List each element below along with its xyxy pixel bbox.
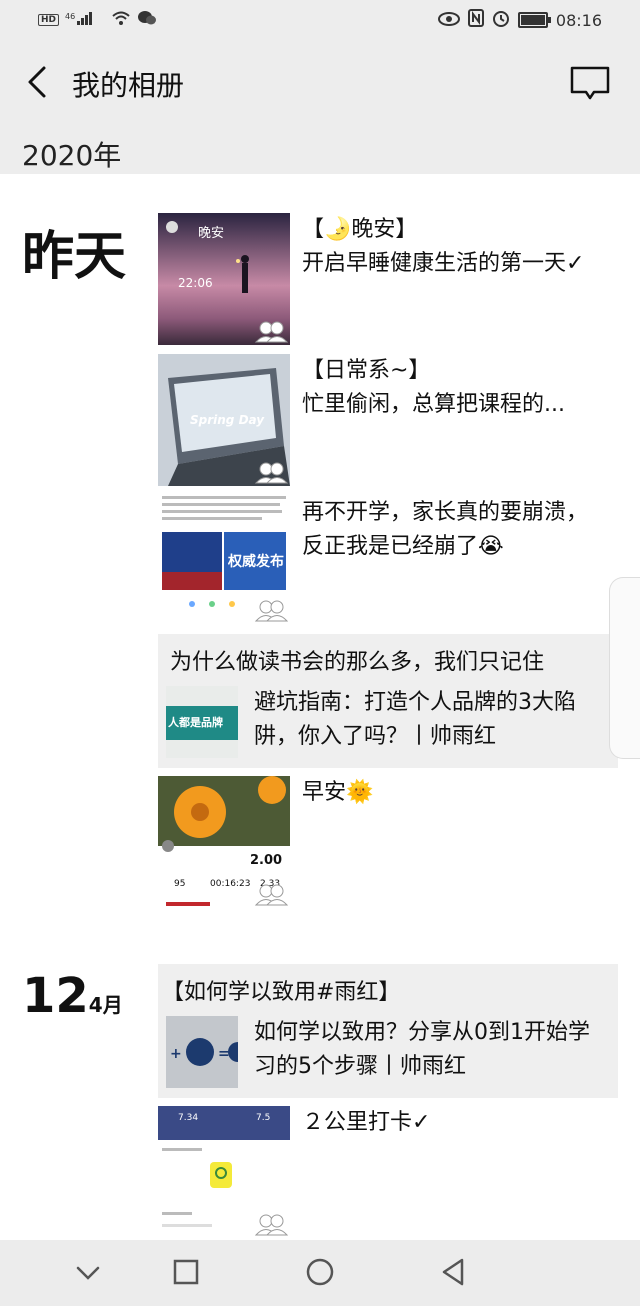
day-number: 12 xyxy=(22,968,89,1024)
post-item[interactable]: Spring Day 【日常系~】 忙里偷闲，总算把课程的... xyxy=(158,354,618,486)
network-type-label: 46 xyxy=(65,12,75,21)
nfc-icon xyxy=(467,9,484,31)
wifi-icon xyxy=(111,10,131,29)
nav-bar: 我的相册 xyxy=(0,40,640,126)
year-header: 2020年 xyxy=(0,126,640,174)
thumb-text: 晚安 xyxy=(198,226,224,241)
svg-text:22:06: 22:06 xyxy=(178,276,213,290)
alarm-icon xyxy=(492,9,510,31)
post-thumbnail[interactable]: 晚安 22:06 xyxy=(158,213,290,345)
shared-article[interactable]: 为什么做读书会的那么多，我们只记住 人都是品牌 避坑指南：打造个人品牌的3大陷阱… xyxy=(158,634,618,768)
back-nav-button[interactable] xyxy=(436,1258,472,1288)
multi-photo-icon xyxy=(254,462,288,484)
messages-button[interactable] xyxy=(568,64,612,104)
wechat-icon xyxy=(137,10,157,29)
signal-icon: 46 xyxy=(65,11,105,28)
thumb-stat: 2.00 xyxy=(250,853,282,868)
hd-icon: HD xyxy=(38,13,60,26)
day-label-yesterday: 昨天 xyxy=(22,227,127,287)
shared-article[interactable]: 【如何学以致用#雨红】 + = 如何学以致用？分享从0到1开始学习的5个步骤丨帅… xyxy=(158,964,618,1098)
post-item[interactable]: 7.34 7.5 ２公里打卡✓ xyxy=(158,1106,618,1238)
shared-article-title: 【如何学以致用#雨红】 xyxy=(162,980,401,1005)
triangle-back-icon xyxy=(442,1258,464,1286)
eye-icon xyxy=(437,11,460,30)
square-icon xyxy=(173,1259,199,1285)
shared-article-title: 为什么做读书会的那么多，我们只记住 xyxy=(170,650,545,675)
post-caption: ２公里打卡✓ xyxy=(302,1110,431,1135)
status-right: 08:16 xyxy=(437,9,602,31)
back-button[interactable] xyxy=(22,62,56,102)
hide-nav-button[interactable] xyxy=(70,1258,106,1288)
post-thumbnail[interactable]: 权威发布 xyxy=(158,492,290,624)
status-time: 08:16 xyxy=(555,10,602,30)
shared-article-thumbnail: 人都是品牌 xyxy=(166,686,238,758)
thumb-stat: 7.5 xyxy=(256,1113,270,1123)
post-thumbnail[interactable]: 7.34 7.5 xyxy=(158,1106,290,1238)
post-item[interactable]: 权威发布 再不开学，家长真的要崩溃， 反正我是已经崩了😭 xyxy=(158,492,618,624)
multi-photo-icon xyxy=(254,321,288,343)
thumb-stat: 7.34 xyxy=(178,1113,198,1123)
thumb-stat: 00:16:23 xyxy=(210,879,250,889)
status-left: HD 46 xyxy=(38,10,157,29)
post-item[interactable]: 晚安 22:06 【🌛晚安】 开启早睡健康生活的第一天✓ xyxy=(158,213,618,345)
shared-article-description: 避坑指南：打造个人品牌的3大陷阱，你入了吗？丨帅雨红 xyxy=(254,690,576,749)
svg-text:+: + xyxy=(170,1046,182,1062)
thumb-text: 人都是品牌 xyxy=(168,715,223,729)
circle-icon xyxy=(306,1258,334,1286)
article-thumbnail-image: 人都是品牌 xyxy=(166,686,238,758)
multi-photo-icon xyxy=(254,1214,288,1236)
post-thumbnail[interactable]: Spring Day xyxy=(158,354,290,486)
chevron-left-icon xyxy=(28,66,46,98)
multi-photo-icon xyxy=(254,884,288,906)
post-caption: 【🌛晚安】 开启早睡健康生活的第一天✓ xyxy=(302,217,585,276)
side-panel-handle[interactable] xyxy=(609,577,640,759)
post-thumbnail[interactable]: 2.00 95 00:16:23 2.33 xyxy=(158,776,290,908)
day-label-date: 124月 xyxy=(22,968,123,1024)
post-item[interactable]: 2.00 95 00:16:23 2.33 早安🌞 xyxy=(158,776,618,908)
recents-button[interactable] xyxy=(168,1258,204,1288)
system-nav-bar xyxy=(0,1240,640,1306)
thumb-text: Spring Day xyxy=(190,413,265,427)
svg-text:=: = xyxy=(218,1046,230,1062)
thumb-stat: 95 xyxy=(174,879,185,889)
comment-icon xyxy=(570,66,610,100)
year-label: 2020年 xyxy=(22,139,122,172)
multi-photo-icon xyxy=(254,600,288,622)
home-button[interactable] xyxy=(302,1258,338,1288)
battery-icon xyxy=(517,12,551,28)
post-caption: 早安🌞 xyxy=(302,780,374,805)
month-label: 4月 xyxy=(88,993,123,1017)
article-thumbnail-image: + = xyxy=(166,1016,238,1088)
page-title: 我的相册 xyxy=(72,69,185,102)
shared-article-description: 如何学以致用？分享从0到1开始学习的5个步骤丨帅雨红 xyxy=(254,1020,590,1079)
status-bar: HD 46 08:16 xyxy=(0,0,640,40)
thumb-text: 权威发布 xyxy=(227,553,284,570)
chevron-down-icon xyxy=(76,1266,100,1280)
post-caption: 【日常系~】 忙里偷闲，总算把课程的... xyxy=(302,358,565,417)
post-caption: 再不开学，家长真的要崩溃， 反正我是已经崩了😭 xyxy=(302,500,589,559)
shared-article-thumbnail: + = xyxy=(166,1016,238,1088)
